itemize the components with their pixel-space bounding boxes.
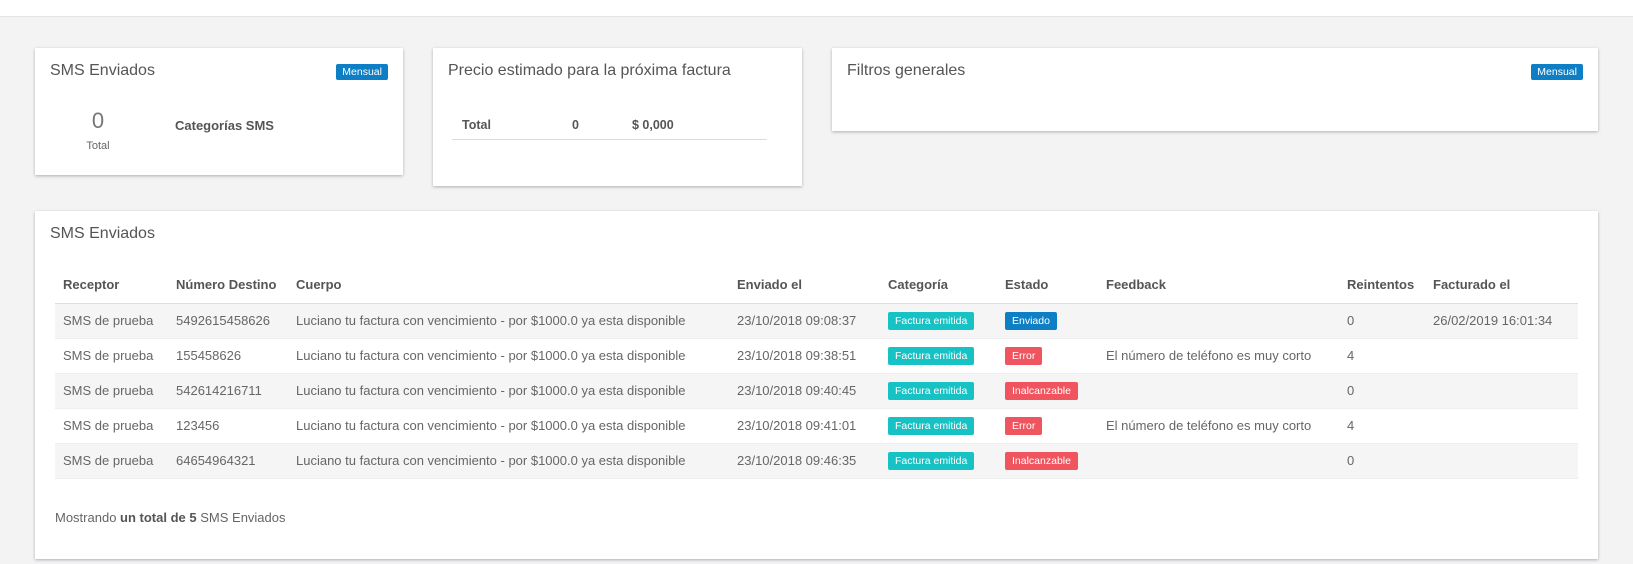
- price-total-row: Total 0 $ 0,000: [452, 108, 767, 140]
- sms-table: Receptor Número Destino Cuerpo Enviado e…: [55, 277, 1578, 479]
- feedback-cell: El número de teléfono es muy corto: [1098, 408, 1339, 444]
- price-card: Precio estimado para la próxima factura …: [433, 48, 802, 186]
- feedback-cell: El número de teléfono es muy corto: [1098, 338, 1339, 374]
- price-row-count: 0: [572, 118, 579, 132]
- receptor-cell: SMS de prueba: [55, 408, 168, 444]
- estado-cell: Error: [997, 338, 1098, 374]
- categoria-badge: Factura emitida: [888, 416, 975, 435]
- column-header[interactable]: Categoría: [880, 277, 997, 304]
- card-title: Filtros generales: [847, 62, 966, 79]
- table-header-row: Receptor Número Destino Cuerpo Enviado e…: [55, 277, 1578, 304]
- categoria-badge: Factura emitida: [888, 451, 975, 470]
- categoria-cell: Factura emitida: [880, 338, 997, 374]
- cuerpo-cell: Luciano tu factura con vencimiento - por…: [288, 373, 729, 409]
- numero-cell: 5492615458626: [168, 303, 288, 339]
- enviado-cell: 23/10/2018 09:40:45: [729, 373, 880, 409]
- receptor-cell: SMS de prueba: [55, 303, 168, 339]
- estado-badge: Enviado: [1005, 311, 1057, 330]
- table-row: SMS de prueba 155458626 Luciano tu factu…: [55, 338, 1578, 374]
- column-header[interactable]: Receptor: [55, 277, 168, 304]
- table-row: SMS de prueba 123456 Luciano tu factura …: [55, 408, 1578, 444]
- reintentos-cell: 0: [1339, 303, 1425, 339]
- column-header[interactable]: Enviado el: [729, 277, 880, 304]
- mensual-badge[interactable]: Mensual: [1531, 64, 1583, 80]
- reintentos-cell: 0: [1339, 373, 1425, 409]
- column-header[interactable]: Reintentos: [1339, 277, 1425, 304]
- categoria-cell: Factura emitida: [880, 408, 997, 444]
- receptor-cell: SMS de prueba: [55, 338, 168, 374]
- table-footer: Mostrando un total de 5 SMS Enviados: [55, 510, 286, 525]
- sms-table-card: SMS Enviados Receptor Número Destino Cue…: [35, 211, 1598, 559]
- categoria-badge: Factura emitida: [888, 346, 975, 365]
- categoria-badge: Factura emitida: [888, 381, 975, 400]
- estado-badge: Inalcanzable: [1005, 451, 1078, 470]
- price-row-label: Total: [462, 118, 491, 132]
- footer-suffix: SMS Enviados: [200, 510, 286, 525]
- facturado-cell: [1425, 373, 1578, 409]
- cuerpo-cell: Luciano tu factura con vencimiento - por…: [288, 338, 729, 374]
- reintentos-cell: 4: [1339, 338, 1425, 374]
- estado-badge: Error: [1005, 346, 1043, 365]
- feedback-cell: [1098, 373, 1339, 409]
- feedback-cell: [1098, 303, 1339, 339]
- estado-cell: Enviado: [997, 303, 1098, 339]
- table-row: SMS de prueba 64654964321 Luciano tu fac…: [55, 443, 1578, 479]
- reintentos-cell: 0: [1339, 443, 1425, 479]
- numero-cell: 542614216711: [168, 373, 288, 409]
- facturado-cell: [1425, 408, 1578, 444]
- enviado-cell: 23/10/2018 09:38:51: [729, 338, 880, 374]
- cuerpo-cell: Luciano tu factura con vencimiento - por…: [288, 443, 729, 479]
- facturado-cell: [1425, 338, 1578, 374]
- categoria-cell: Factura emitida: [880, 303, 997, 339]
- cuerpo-cell: Luciano tu factura con vencimiento - por…: [288, 303, 729, 339]
- feedback-cell: [1098, 443, 1339, 479]
- column-header[interactable]: Número Destino: [168, 277, 288, 304]
- enviado-cell: 23/10/2018 09:08:37: [729, 303, 880, 339]
- table-row: SMS de prueba 5492615458626 Luciano tu f…: [55, 303, 1578, 339]
- top-bar: [0, 0, 1633, 17]
- total-label: Total: [86, 140, 110, 152]
- column-header[interactable]: Estado: [997, 277, 1098, 304]
- numero-cell: 123456: [168, 408, 288, 444]
- categoria-cell: Factura emitida: [880, 443, 997, 479]
- reintentos-cell: 4: [1339, 408, 1425, 444]
- column-header[interactable]: Feedback: [1098, 277, 1339, 304]
- footer-total: un total de 5: [120, 510, 197, 525]
- estado-cell: Inalcanzable: [997, 443, 1098, 479]
- table-row: SMS de prueba 542614216711 Luciano tu fa…: [55, 373, 1578, 409]
- column-header[interactable]: Cuerpo: [288, 277, 729, 304]
- receptor-cell: SMS de prueba: [55, 443, 168, 479]
- card-title: Precio estimado para la próxima factura: [448, 62, 731, 79]
- card-title: SMS Enviados: [50, 225, 155, 242]
- total-value: 0: [91, 108, 105, 133]
- footer-prefix: Mostrando: [55, 510, 117, 525]
- categoria-cell: Factura emitida: [880, 373, 997, 409]
- numero-cell: 64654964321: [168, 443, 288, 479]
- filters-card: Filtros generales Mensual: [832, 48, 1598, 131]
- cuerpo-cell: Luciano tu factura con vencimiento - por…: [288, 408, 729, 444]
- enviado-cell: 23/10/2018 09:46:35: [729, 443, 880, 479]
- facturado-cell: 26/02/2019 16:01:34: [1425, 303, 1578, 339]
- receptor-cell: SMS de prueba: [55, 373, 168, 409]
- facturado-cell: [1425, 443, 1578, 479]
- card-title: SMS Enviados: [50, 62, 155, 79]
- mensual-badge[interactable]: Mensual: [336, 64, 388, 80]
- price-row-amount: $ 0,000: [632, 118, 674, 132]
- categoria-badge: Factura emitida: [888, 311, 975, 330]
- enviado-cell: 23/10/2018 09:41:01: [729, 408, 880, 444]
- estado-cell: Error: [997, 408, 1098, 444]
- estado-badge: Error: [1005, 416, 1043, 435]
- categories-label: Categorías SMS: [175, 118, 274, 133]
- estado-cell: Inalcanzable: [997, 373, 1098, 409]
- sms-summary-card: SMS Enviados Mensual 0 Total Categorías …: [35, 48, 403, 175]
- numero-cell: 155458626: [168, 338, 288, 374]
- column-header[interactable]: Facturado el: [1425, 277, 1578, 304]
- estado-badge: Inalcanzable: [1005, 381, 1078, 400]
